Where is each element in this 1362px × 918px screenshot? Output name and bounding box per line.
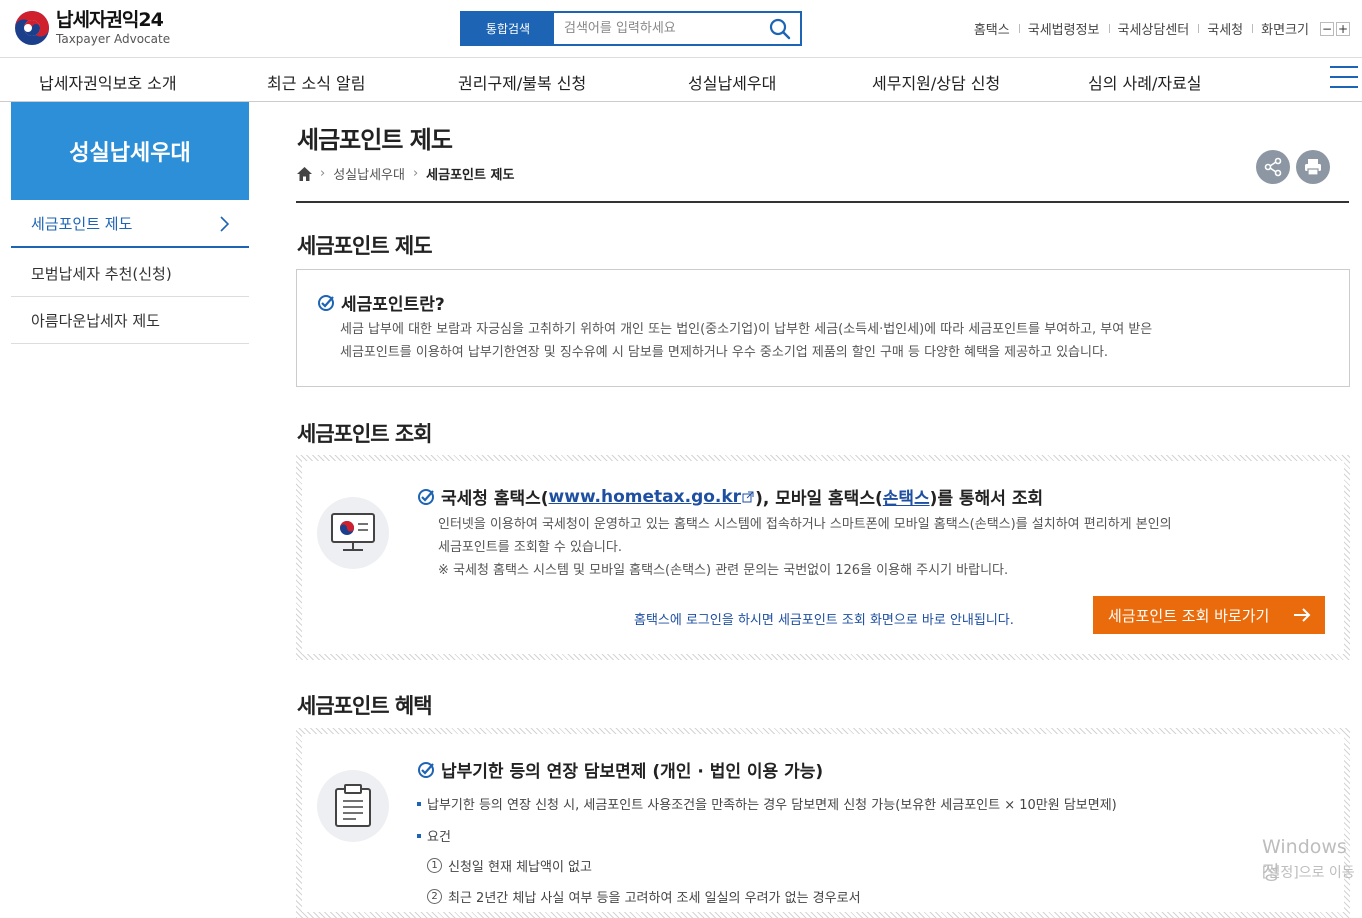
site-logo[interactable]: 납세자권익24 Taxpayer Advocate [14, 10, 170, 46]
util-link-law-info[interactable]: 국세법령정보 [1018, 19, 1109, 38]
monitor-icon [331, 513, 375, 551]
util-link-hometax[interactable]: 홈택스 [965, 19, 1019, 38]
lnb-item-beautiful-taxpayer[interactable]: 아름다운납세자 제도 [11, 297, 249, 344]
lnb-item-model-taxpayer[interactable]: 모범납세자 추천(신청) [11, 250, 249, 297]
breadcrumb: › 성실납세우대 › 세금포인트 제도 [297, 164, 514, 183]
check-circle-icon [418, 488, 434, 505]
heading-text: ), 모바일 홈택스( [755, 489, 883, 509]
lnb-item-label: 아름다운납세자 제도 [31, 311, 160, 330]
search-input[interactable] [554, 13, 760, 44]
printer-icon [1305, 159, 1321, 176]
bullet-text: 납부기한 등의 연장 신청 시, 세금포인트 사용조건을 만족하는 경우 담보면… [427, 798, 1117, 813]
search-bar: 통합검색 [460, 11, 802, 46]
number-badge: 1 [427, 858, 442, 873]
chevron-right-icon: › [412, 166, 419, 181]
box-text-line: 세금 납부에 대한 보람과 자긍심을 고취하기 위하여 개인 또는 법인(중소기… [340, 322, 1153, 337]
gnb-item-tax-support[interactable]: 세무지원/상담 신청 [872, 70, 1000, 94]
main-navigation: 납세자권익보호 소개 최근 소식 알림 권리구제/불복 신청 성실납세우대 세무… [0, 58, 1362, 102]
tax-point-lookup-button[interactable]: 세금포인트 조회 바로가기 [1093, 596, 1325, 634]
home-icon[interactable] [297, 166, 312, 181]
hometax-link[interactable]: www.hometax.go.kr [549, 487, 742, 507]
arrow-right-icon [1294, 608, 1311, 622]
gnb-item-faithful-taxpayer[interactable]: 성실납세우대 [688, 70, 776, 94]
requirement-text: 최근 2년간 체납 사실 여부 등을 고려하여 조세 일실의 우려가 없는 경우… [448, 891, 861, 906]
lnb-item-tax-point[interactable]: 세금포인트 제도 [11, 201, 249, 248]
chevron-right-icon: › [320, 166, 326, 181]
gnb-item-about[interactable]: 납세자권익보호 소개 [39, 70, 177, 94]
section-title-benefits: 세금포인트 혜택 [297, 694, 433, 718]
header: 납세자권익24 Taxpayer Advocate 통합검색 홈택스 국세법령정… [0, 0, 1362, 58]
tax-point-info-box: 세금포인트란? 세금 납부에 대한 보람과 자긍심을 고취하기 위하여 개인 또… [296, 269, 1350, 387]
menu-hamburger-icon[interactable] [1330, 66, 1358, 90]
section-title-tax-point: 세금포인트 제도 [297, 234, 433, 258]
benefit-bullet: 요건 [417, 826, 451, 845]
print-button[interactable] [1296, 150, 1330, 184]
zoom-out-button[interactable]: − [1320, 21, 1334, 36]
lnb-title: 성실납세우대 [11, 102, 249, 200]
lookup-box: 국세청 홈택스(www.hometax.go.kr ), 모바일 홈택스(손택스)… [296, 455, 1350, 660]
external-link-icon [742, 491, 754, 502]
search-icon [769, 18, 791, 39]
title-divider [296, 201, 1349, 203]
search-button[interactable] [760, 13, 800, 44]
share-button[interactable] [1256, 150, 1290, 184]
button-label: 세금포인트 조회 바로가기 [1108, 606, 1270, 625]
gnb-item-remedy[interactable]: 권리구제/불복 신청 [458, 70, 586, 94]
benefit-bullet: 납부기한 등의 연장 신청 시, 세금포인트 사용조건을 만족하는 경우 담보면… [417, 794, 1117, 813]
box-text-line: 세금포인트를 이용하여 납부기한연장 및 징수유예 시 담보를 면제하거나 우수… [340, 345, 1109, 360]
breadcrumb-current: 세금포인트 제도 [426, 168, 515, 183]
requirement-item: 1 신청일 현재 체납액이 없고 [427, 856, 592, 875]
breadcrumb-item[interactable]: 성실납세우대 [333, 164, 405, 183]
requirement-item: 2 최근 2년간 체납 사실 여부 등을 고려하여 조세 일실의 우려가 없는 경… [427, 887, 861, 906]
windows-activation-watermark-sub: [설정]으로 이동 [1262, 865, 1355, 881]
logo-subtitle: Taxpayer Advocate [56, 32, 171, 46]
share-icon [1264, 157, 1282, 177]
zoom-in-button[interactable]: + [1336, 21, 1350, 36]
screen-size-label: 화면크기 [1252, 19, 1318, 38]
benefit-heading: 납부기한 등의 연장 담보면제 (개인 · 법인 이용 가능) [441, 762, 824, 782]
sontax-text: 손택스 [882, 489, 930, 509]
lookup-text-line: 세금포인트를 조회할 수 있습니다. [438, 540, 622, 555]
gnb-item-cases[interactable]: 심의 사례/자료실 [1088, 70, 1202, 94]
lnb-item-label: 모범납세자 추천(신청) [31, 264, 172, 283]
bullet-text: 요건 [427, 830, 451, 845]
lookup-guide-text: 홈택스에 로그인을 하시면 세금포인트 조회 화면으로 바로 안내됩니다. [634, 613, 1014, 628]
heading-text: )를 통해서 조회 [929, 489, 1044, 509]
section-title-lookup: 세금포인트 조회 [297, 422, 433, 446]
utility-links: 홈택스 국세법령정보 국세상담센터 국세청 화면크기 − + [965, 19, 1350, 38]
check-circle-icon [418, 761, 434, 778]
search-tab-integrated[interactable]: 통합검색 [462, 13, 554, 44]
lnb-item-label: 세금포인트 제도 [31, 215, 133, 233]
box-heading: 세금포인트란? [341, 295, 445, 315]
util-link-counsel-center[interactable]: 국세상담센터 [1108, 19, 1199, 38]
requirement-text: 신청일 현재 체납액이 없고 [448, 860, 592, 875]
page-title: 세금포인트 제도 [297, 126, 453, 154]
number-badge: 2 [427, 889, 442, 904]
clipboard-icon [335, 784, 371, 827]
taegeuk-logo-icon [15, 11, 49, 45]
lookup-note: ※ 국세청 홈택스 시스템 및 모바일 홈택스(손택스) 관련 문의는 국번없이… [438, 563, 1009, 578]
check-circle-icon [318, 294, 334, 311]
lookup-text-line: 인터넷을 이용하여 국세청이 운영하고 있는 홈택스 시스템에 접속하거나 스마… [438, 517, 1172, 532]
gnb-item-news[interactable]: 최근 소식 알림 [267, 70, 366, 94]
benefit-box: 납부기한 등의 연장 담보면제 (개인 · 법인 이용 가능) 납부기한 등의 … [296, 728, 1350, 918]
heading-text: 국세청 홈택스( [441, 489, 549, 509]
util-link-nts[interactable]: 국세청 [1198, 19, 1252, 38]
logo-title: 납세자권익24 [56, 9, 164, 31]
monitor-icon-circle [317, 497, 389, 569]
chevron-right-icon [220, 216, 229, 232]
clipboard-icon-circle [317, 770, 389, 842]
